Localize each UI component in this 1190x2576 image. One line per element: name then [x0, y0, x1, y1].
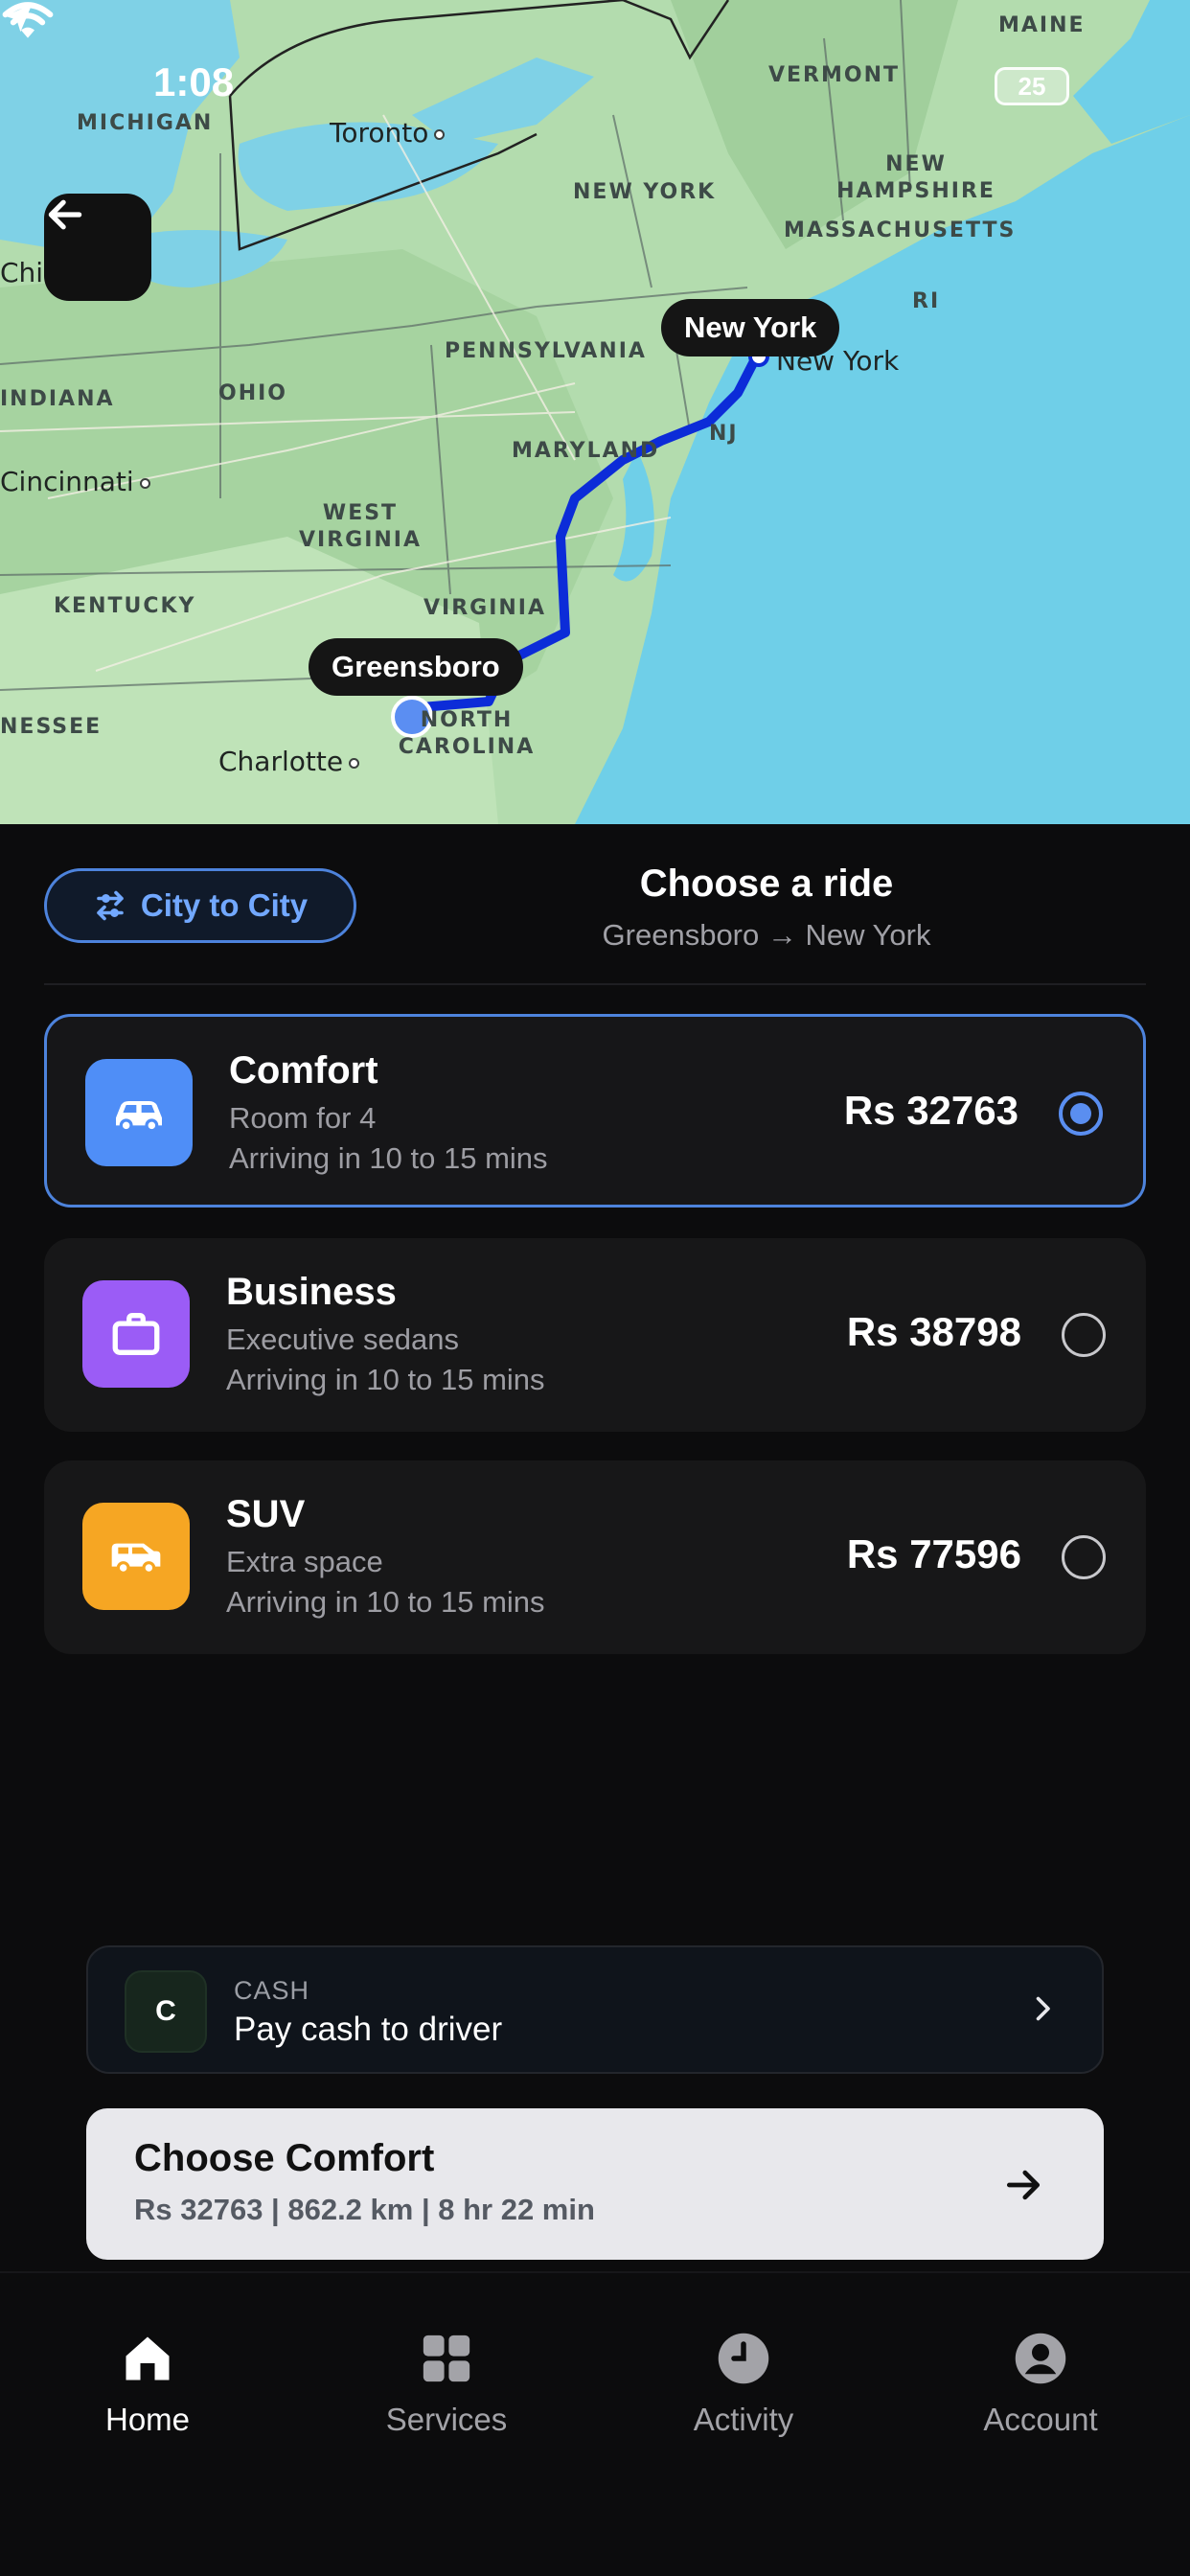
ride-price: Rs 38798 — [846, 1309, 1021, 1354]
city-label-charlotte: Charlotte — [218, 746, 360, 777]
state-label: INDIANA — [0, 387, 115, 411]
clock-icon — [718, 2333, 769, 2384]
destination-pin-label[interactable]: New York — [661, 299, 840, 356]
state-label: VERMONT — [768, 63, 901, 87]
state-label: NORTH CAROLINA — [398, 708, 536, 759]
state-label: PENNSYLVANIA — [445, 339, 647, 363]
tab-activity[interactable]: Activity — [638, 2329, 849, 2438]
map-view[interactable]: MAINE VERMONT NEW HAMPSHIRE NEW YORK MAS… — [0, 0, 1190, 824]
ride-icon-tile — [82, 1280, 190, 1388]
swap-icon — [97, 890, 124, 921]
state-label: NEW HAMPSHIRE — [836, 152, 995, 203]
battery-indicator: 25 — [995, 67, 1069, 105]
ride-name: Business — [226, 1271, 397, 1313]
ride-eta: Arriving in 10 to 15 mins — [226, 1585, 545, 1619]
origin-pin-label[interactable]: Greensboro — [309, 638, 523, 696]
ride-option-comfort[interactable]: Comfort Room for 4 Arriving in 10 to 15 … — [44, 1014, 1146, 1208]
city-label-chi: Chi — [0, 257, 44, 288]
cta-summary: Rs 32763 | 862.2 km | 8 hr 22 min — [134, 2193, 595, 2226]
state-label: WEST VIRGINIA — [298, 501, 423, 552]
state-label: KENTUCKY — [54, 594, 196, 618]
radio-unselected[interactable] — [1062, 1535, 1106, 1579]
bottom-tab-bar: Home Services Activity Account — [0, 2271, 1190, 2576]
divider — [44, 983, 1146, 985]
ride-option-suv[interactable]: SUV Extra space Arriving in 10 to 15 min… — [44, 1460, 1146, 1654]
ride-description: Room for 4 — [229, 1101, 377, 1135]
tab-label: Services — [385, 2402, 508, 2437]
state-label: MAINE — [998, 13, 1086, 37]
ride-icon-tile — [85, 1059, 193, 1166]
state-label: OHIO — [218, 381, 288, 405]
ride-icon-tile — [82, 1503, 190, 1610]
state-label: NJ — [709, 422, 739, 446]
radio-unselected[interactable] — [1062, 1313, 1106, 1357]
arrow-left-icon — [48, 199, 82, 230]
wifi-icon — [2, 2, 54, 38]
state-label: MICHIGAN — [77, 111, 214, 135]
city-to-city-label: City to City — [140, 887, 309, 923]
briefcase-icon — [112, 1313, 160, 1355]
car-icon — [116, 1101, 162, 1133]
cash-badge: C — [125, 1970, 207, 2053]
ride-eta: Arriving in 10 to 15 mins — [226, 1363, 545, 1396]
ride-price: Rs 32763 — [843, 1088, 1018, 1133]
cta-title: Choose Comfort — [134, 2137, 435, 2179]
ride-eta: Arriving in 10 to 15 mins — [229, 1141, 548, 1175]
ride-description: Executive sedans — [226, 1322, 459, 1356]
tab-services[interactable]: Services — [341, 2329, 552, 2438]
ride-name: SUV — [226, 1493, 306, 1535]
payment-label: Pay cash to driver — [234, 2011, 503, 2048]
city-to-city-chip[interactable]: City to City — [44, 868, 356, 943]
state-label: NEW YORK — [573, 180, 717, 204]
home-icon — [126, 2336, 170, 2380]
state-label: NESSEE — [0, 715, 103, 739]
tab-home[interactable]: Home — [42, 2329, 253, 2438]
grid-icon — [423, 2334, 470, 2382]
ride-name: Comfort — [229, 1049, 378, 1092]
state-label: VIRGINIA — [423, 596, 547, 620]
city-label-toronto: Toronto — [330, 117, 446, 149]
radio-selected[interactable] — [1059, 1092, 1103, 1136]
payment-method-selector[interactable]: C CASH Pay cash to driver — [86, 1945, 1104, 2074]
ride-option-business[interactable]: Business Executive sedans Arriving in 10… — [44, 1238, 1146, 1432]
arrow-right-icon — [1006, 2170, 1041, 2200]
suv-icon — [111, 1543, 161, 1575]
payment-type: CASH — [234, 1976, 310, 2005]
choose-ride-button[interactable]: Choose Comfort Rs 32763 | 862.2 km | 8 h… — [86, 2108, 1104, 2260]
back-button[interactable] — [44, 194, 151, 301]
ride-description: Extra space — [226, 1545, 383, 1578]
tab-label: Account — [983, 2402, 1098, 2437]
state-label: RI — [912, 289, 941, 313]
ride-price: Rs 77596 — [846, 1531, 1021, 1576]
sheet-title: Choose a ride — [639, 862, 894, 905]
tab-account[interactable]: Account — [935, 2329, 1146, 2438]
city-label-cincinnati: Cincinnati — [0, 466, 150, 497]
state-label: MARYLAND — [512, 439, 660, 463]
person-icon — [1015, 2333, 1066, 2384]
chevron-right-icon — [1036, 1996, 1050, 2021]
state-label: MASSACHUSETTS — [784, 218, 1017, 242]
tab-label: Home — [104, 2402, 191, 2437]
route-summary: Greensboro → New York — [602, 918, 931, 952]
tab-label: Activity — [693, 2402, 794, 2437]
status-time: 1:08 — [153, 59, 235, 104]
